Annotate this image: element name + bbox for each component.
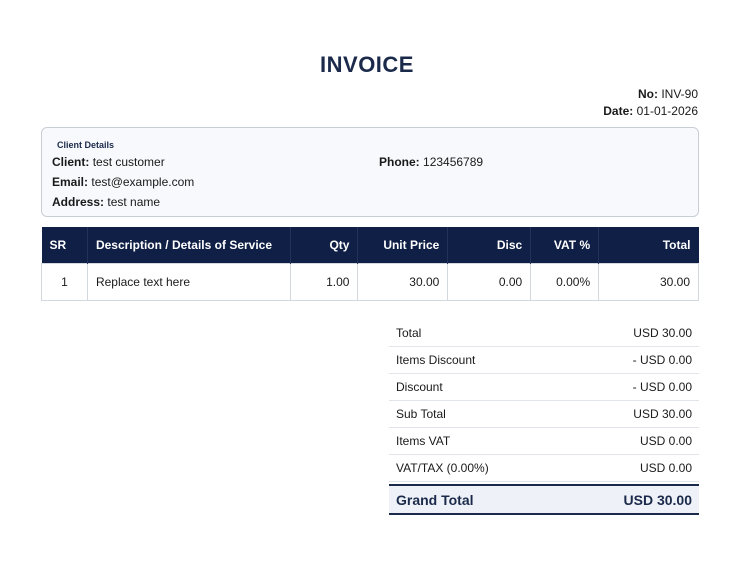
client-address: Address: test name [52,195,160,209]
cell-description: Replace text here [86,262,291,301]
col-header-unit-price: Unit Price [357,227,449,263]
summary-label: Discount [396,380,443,394]
cell-total: 30.00 [598,262,699,301]
summary-row-vat-tax: VAT/TAX (0.00%) USD 0.00 [389,455,699,482]
summary-row-discount: Discount - USD 0.00 [389,374,699,401]
grand-total-label: Grand Total [396,491,474,508]
col-header-disc: Disc [447,227,532,263]
summary-label: VAT/TAX (0.00%) [396,461,489,475]
client-name: Client: test customer [52,155,165,169]
client-phone-value: 123456789 [423,155,484,169]
summary-value: USD 30.00 [633,326,692,340]
client-details-heading: Client Details [57,140,115,150]
cell-sr: 1 [41,262,88,301]
summary-row-total: Total USD 30.00 [389,320,699,347]
col-header-description: Description / Details of Service [87,227,291,263]
summary-label: Sub Total [396,407,446,421]
summary-value: USD 0.00 [639,461,692,475]
summary-row-sub-total: Sub Total USD 30.00 [389,401,699,428]
summary-label: Items VAT [396,434,451,448]
summary-value: - USD 0.00 [632,380,692,394]
client-email-label: Email: [52,175,89,189]
client-email-value: test@example.com [91,175,195,189]
client-name-value: test customer [92,155,165,169]
client-address-label: Address: [52,195,105,209]
cell-vat: 0.00% [530,262,600,301]
items-table-header: SR Description / Details of Service Qty … [41,227,699,263]
invoice-number-value: INV-90 [661,87,698,101]
invoice-number: No: INV-90 [638,87,698,101]
summary-label: Items Discount [396,353,476,367]
invoice-date-value: 01-01-2026 [636,104,698,118]
grand-total-row: Grand Total USD 30.00 [389,484,699,515]
client-phone-label: Phone: [379,155,420,169]
client-details-box: Client Details Client: test customer Pho… [41,127,699,217]
cell-unit-price: 30.00 [357,262,449,301]
invoice-title: INVOICE [320,52,414,77]
client-email: Email: test@example.com [52,175,194,189]
col-header-total: Total [598,227,699,263]
cell-qty: 1.00 [289,262,359,301]
client-name-label: Client: [52,155,90,169]
col-header-vat: VAT % [530,227,600,263]
summary-row-items-vat: Items VAT USD 0.00 [389,428,699,455]
summary-value: USD 30.00 [633,407,692,421]
cell-disc: 0.00 [447,262,532,301]
items-table: SR Description / Details of Service Qty … [41,227,699,301]
summary-label: Total [396,326,422,340]
summary-row-items-discount: Items Discount - USD 0.00 [389,347,699,374]
client-phone: Phone: 123456789 [379,155,483,169]
invoice-date: Date: 01-01-2026 [603,104,698,118]
col-header-qty: Qty [290,227,359,263]
col-header-sr: SR [41,227,88,263]
summary-table: Total USD 30.00 Items Discount - USD 0.0… [389,320,699,515]
grand-total-value: USD 30.00 [623,491,692,508]
summary-value: USD 0.00 [639,434,692,448]
invoice-date-label: Date: [603,104,634,118]
summary-value: - USD 0.00 [632,353,692,367]
client-address-value: test name [107,195,161,209]
table-row: 1 Replace text here 1.00 30.00 0.00 0.00… [41,262,699,301]
invoice-number-label: No: [637,87,658,101]
